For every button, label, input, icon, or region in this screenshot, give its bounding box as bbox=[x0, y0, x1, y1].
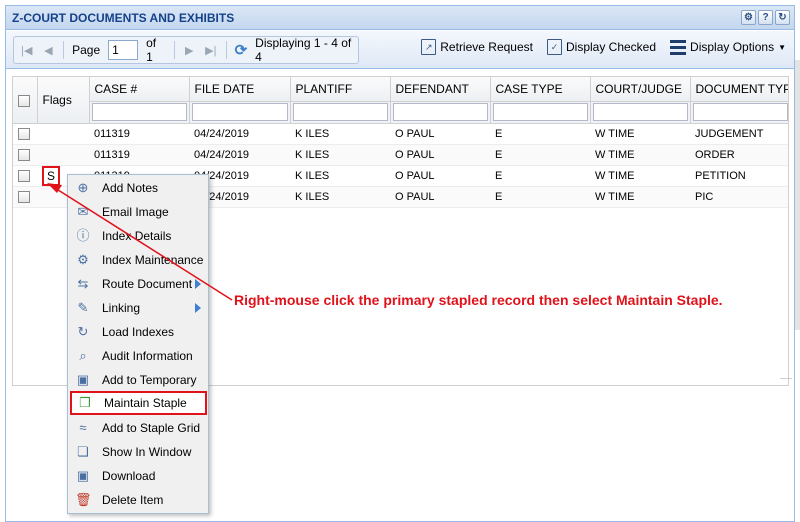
annotation-arrow bbox=[47, 183, 233, 301]
annotation-text: Right-mouse click the primary stapled re… bbox=[234, 292, 723, 308]
annotation-arrow-line bbox=[54, 187, 233, 301]
